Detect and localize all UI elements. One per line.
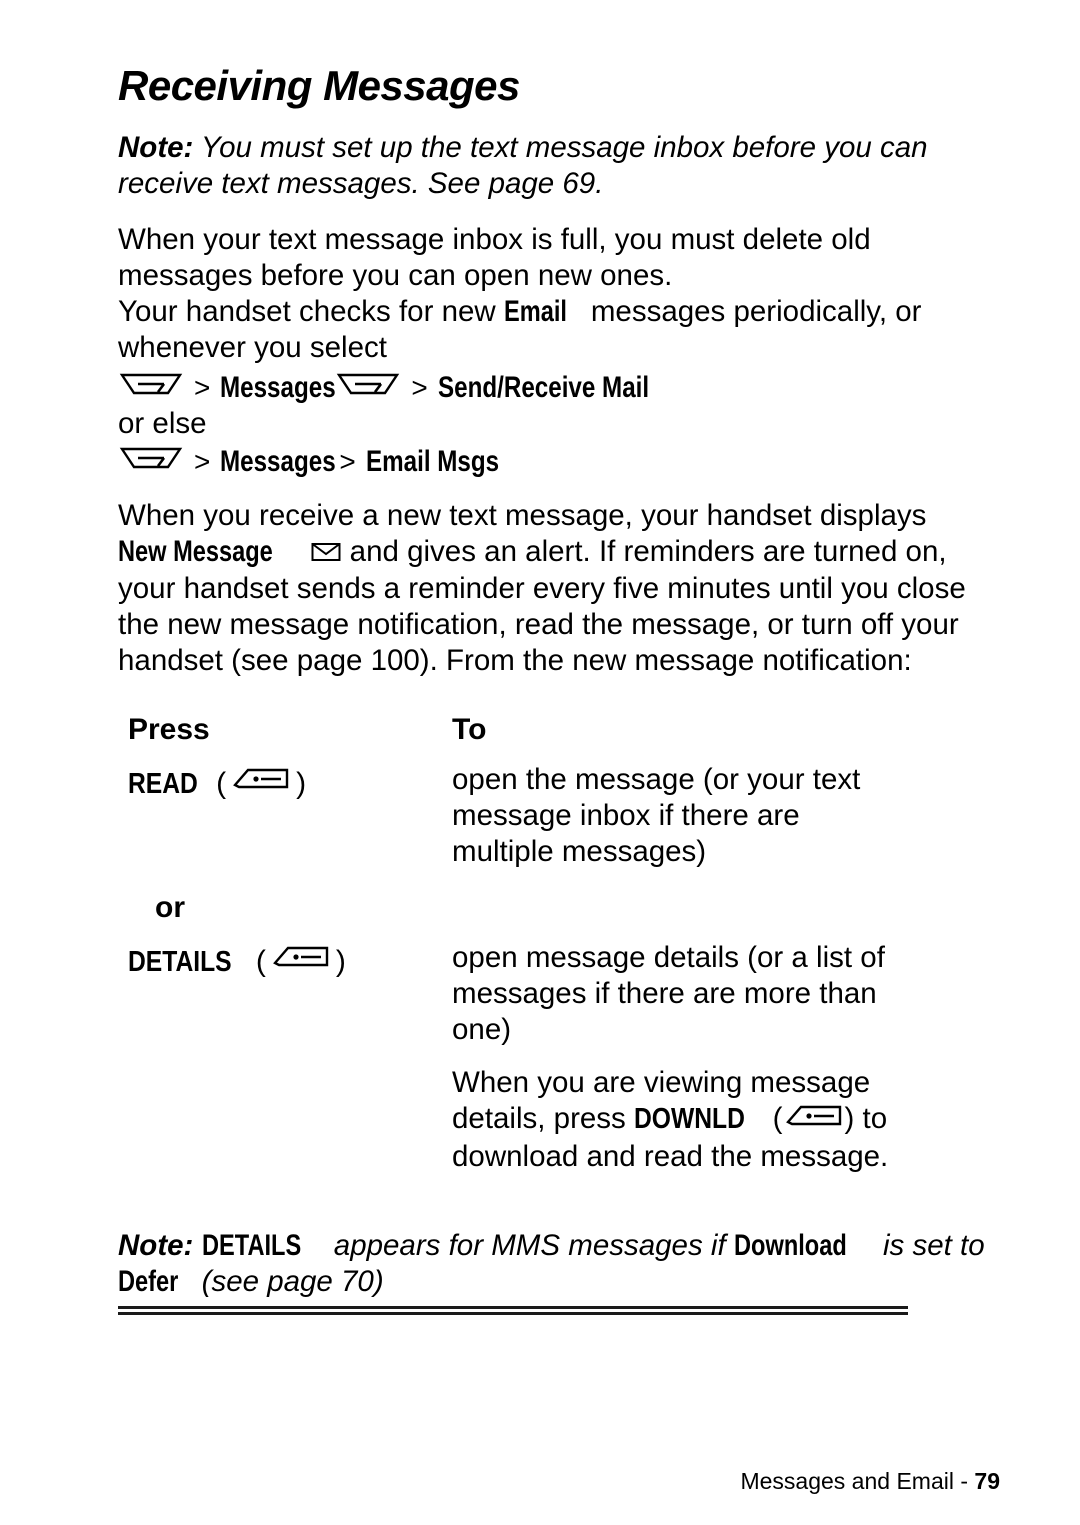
page-title: Receiving Messages [118, 62, 520, 109]
note-2-label: Note: [118, 1229, 194, 1262]
menu-separator-2: > [411, 372, 428, 403]
soft-key-left-icon-3 [783, 1102, 845, 1139]
menu-item-messages-2: Messages [220, 445, 337, 478]
table-header-to: To [452, 713, 487, 746]
menu-key-icon-3 [118, 444, 184, 480]
paragraph-2-part-1: Your handset checks for new [118, 295, 504, 328]
note-2-text-2: is set to [874, 1229, 985, 1262]
note-2-details-cmd: DETAILS [201, 1229, 301, 1262]
note-2-defer-cmd: Defer [118, 1265, 179, 1298]
menu-path-1: > Messages > Send/Receive Mail [118, 370, 695, 406]
footer-page-number: 79 [974, 1468, 1000, 1494]
table-row-3-press: DETAILS ( ) [128, 943, 346, 980]
downld-command-label: DOWNLD [634, 1103, 745, 1135]
menu-path-2: > Messages > Email Msgs [118, 444, 528, 480]
soft-key-left-icon-2 [270, 943, 332, 980]
lcd-new-message-label: New Message [118, 535, 273, 568]
table-extra-note: When you are viewing message details, pr… [452, 1065, 922, 1175]
note-2: Note: DETAILS appears for MMS messages i… [118, 1228, 988, 1300]
menu-separator-3: > [194, 446, 211, 477]
note-1-text: You must set up the text message inbox b… [118, 131, 928, 200]
paragraph-3: When you receive a new text message, you… [118, 498, 998, 679]
lcd-email-label: Email [503, 295, 567, 328]
footer-text: Messages and Email - [740, 1468, 975, 1494]
menu-separator-1: > [194, 372, 211, 403]
menu-key-icon [118, 370, 184, 406]
table-row-2-or: or [155, 891, 185, 924]
note-2-text-1: appears for MMS messages if [325, 1229, 734, 1262]
menu-item-send-receive-mail: Send/Receive Mail [437, 371, 649, 404]
menu-item-messages-1: Messages [220, 371, 337, 404]
paragraph-1: When your text message inbox is full, yo… [118, 223, 871, 292]
table-row-1-press: READ ( ) [128, 765, 306, 802]
note-2-download-cmd: Download [733, 1229, 847, 1262]
manual-page: Receiving Messages Note: You must set up… [0, 0, 1080, 1525]
note-1-label: Note: [118, 131, 194, 164]
footer: Messages and Email - 79 [740, 1468, 1000, 1495]
table-row-1-to: open the message (or your text message i… [452, 763, 861, 868]
paragraph-2: Your handset checks for new Email messag… [118, 294, 998, 366]
horizontal-rule [118, 1306, 908, 1315]
paren-open-3: ( [764, 1102, 783, 1135]
paren-close-2: ) [335, 944, 346, 978]
read-command-label: READ [128, 767, 198, 800]
paren-open-1: ( [216, 766, 227, 800]
menu-item-email-msgs: Email Msgs [365, 445, 499, 478]
note-2-text-3: (see page 70) [193, 1265, 384, 1298]
table-header-press: Press [128, 713, 210, 746]
or-else-text: or else [118, 407, 207, 440]
menu-key-icon-2 [335, 370, 401, 406]
paragraph-3-part-1: When you receive a new text message, you… [118, 499, 927, 532]
paren-close-3: ) [844, 1102, 855, 1135]
details-command-label: DETAILS [128, 945, 232, 978]
soft-key-left-icon-1 [230, 765, 292, 802]
note-1: Note: You must set up the text message i… [118, 130, 978, 202]
envelope-icon [311, 535, 341, 571]
menu-separator-4: > [339, 446, 356, 477]
paren-close-1: ) [296, 766, 307, 800]
table-row-3-to: open message details (or a list of messa… [452, 941, 885, 1046]
paren-open-2: ( [255, 944, 266, 978]
